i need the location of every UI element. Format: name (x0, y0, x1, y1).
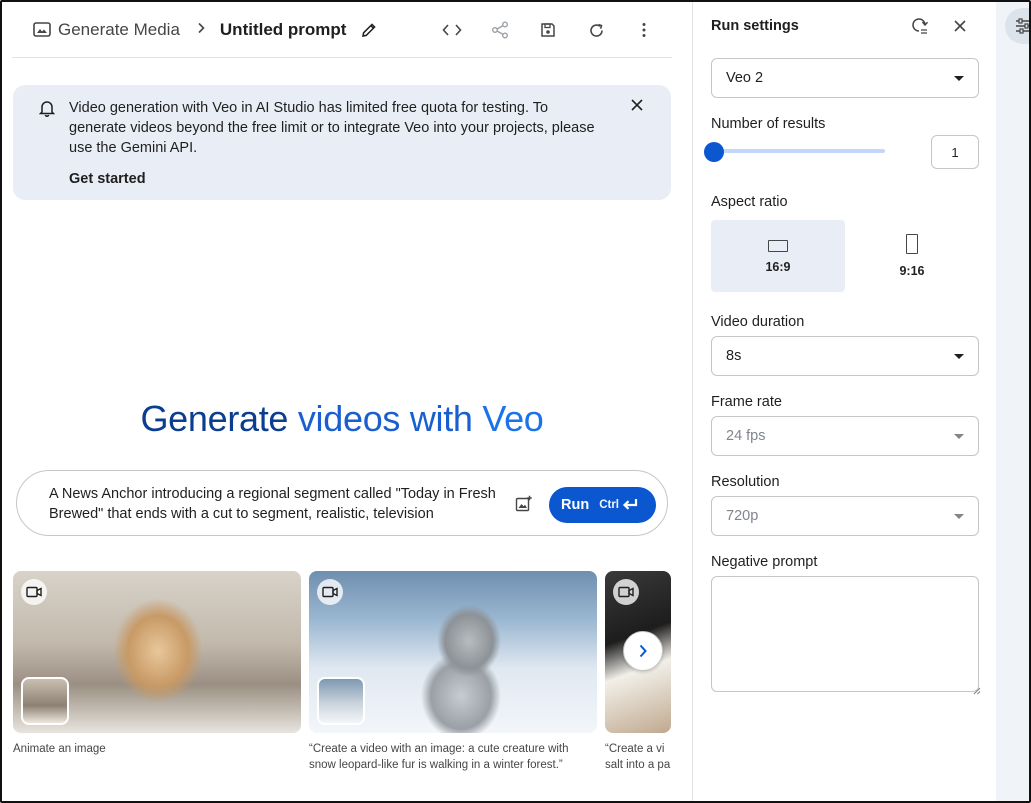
hero-word-3: Veo (482, 398, 544, 439)
enter-key-icon (622, 498, 638, 512)
results-slider-thumb[interactable] (704, 142, 724, 162)
resolution-label: Resolution (711, 474, 780, 490)
video-camera-icon (317, 579, 343, 605)
model-value: Veo 2 (726, 70, 764, 86)
framerate-select[interactable]: 24 fps (711, 416, 979, 456)
resolution-select[interactable]: 720p (711, 496, 979, 536)
carousel-next-button[interactable] (623, 631, 663, 671)
resolution-value: 720p (726, 508, 759, 524)
example-caption: “Create a video with an image: a cute cr… (309, 743, 569, 771)
close-panel-icon[interactable] (950, 16, 970, 36)
negative-prompt-textarea[interactable] (711, 576, 979, 692)
example-gallery: Animate an image “Create a video with an… (13, 571, 692, 791)
bell-icon (38, 99, 56, 117)
caret-down-icon (954, 514, 964, 519)
aspect-label: Aspect ratio (711, 194, 788, 210)
example-thumbnail[interactable] (13, 571, 301, 733)
quota-banner: Video generation with Veo in AI Studio h… (13, 85, 671, 200)
aspect-option-label: 16:9 (765, 260, 791, 274)
hero-word-1: Generate (140, 398, 298, 439)
duration-select[interactable]: 8s (711, 336, 979, 376)
get-started-link[interactable]: Get started (69, 171, 146, 187)
refresh-icon[interactable] (572, 10, 620, 50)
source-image-thumbnail (21, 677, 69, 725)
results-number-input[interactable]: 1 (931, 135, 979, 169)
media-icon (32, 20, 52, 40)
caret-down-icon (954, 434, 964, 439)
example-card[interactable]: “Create a video with an image: a cute cr… (309, 571, 597, 773)
prompt-title[interactable]: Untitled prompt (220, 20, 347, 40)
add-image-icon[interactable] (515, 495, 533, 513)
aspect-9-16-option[interactable]: 9:16 (845, 220, 979, 292)
example-card[interactable]: Animate an image (13, 571, 301, 757)
share-icon[interactable] (476, 10, 524, 50)
panel-title: Run settings (711, 18, 799, 34)
results-label: Number of results (711, 116, 826, 132)
banner-message: Video generation with Veo in AI Studio h… (69, 100, 595, 156)
shortcut-label: Ctrl (599, 499, 619, 511)
run-settings-panel: Run settings Veo 2 Number of results 1 A… (692, 2, 996, 801)
source-image-thumbnail (317, 677, 365, 725)
results-slider-track[interactable] (711, 149, 885, 153)
video-camera-icon (21, 579, 47, 605)
code-icon[interactable] (428, 10, 476, 50)
example-card[interactable]: “Create a vi salt into a pa (605, 571, 671, 773)
reset-settings-icon[interactable] (909, 16, 929, 36)
video-camera-icon (613, 579, 639, 605)
breadcrumb: Generate Media Untitled prompt (12, 20, 378, 40)
model-select[interactable]: Veo 2 (711, 58, 979, 98)
breadcrumb-parent[interactable]: Generate Media (58, 20, 180, 40)
save-icon[interactable] (524, 10, 572, 50)
aspect-option-label: 9:16 (899, 264, 925, 278)
close-icon[interactable] (627, 95, 647, 115)
hero-word-2: videos with (297, 398, 483, 439)
prompt-box: A News Anchor introducing a regional seg… (16, 470, 668, 536)
right-rail (996, 2, 1029, 801)
duration-label: Video duration (711, 314, 805, 330)
tune-icon (1016, 18, 1029, 34)
resize-grip-icon[interactable] (971, 682, 981, 695)
framerate-label: Frame rate (711, 394, 782, 410)
example-caption: “Create a vi salt into a pa (605, 743, 671, 771)
top-bar: Generate Media Untitled prompt (12, 2, 672, 58)
negative-prompt-label: Negative prompt (711, 554, 818, 570)
example-caption: Animate an image (13, 743, 106, 755)
duration-value: 8s (726, 348, 742, 364)
pencil-icon[interactable] (360, 21, 378, 39)
landscape-icon (768, 240, 788, 252)
caret-down-icon (954, 354, 964, 359)
page-title: Generate videos with Veo (2, 398, 682, 440)
top-actions (428, 2, 668, 58)
portrait-icon (906, 234, 918, 254)
example-thumbnail[interactable] (309, 571, 597, 733)
caret-down-icon (954, 76, 964, 81)
prompt-input[interactable]: A News Anchor introducing a regional seg… (49, 484, 499, 524)
tune-settings-button[interactable] (1005, 8, 1029, 44)
more-vert-icon[interactable] (620, 10, 668, 50)
main-area: Generate Media Untitled prompt Video gen… (2, 2, 692, 801)
app-window: Generate Media Untitled prompt Video gen… (0, 0, 1031, 803)
framerate-value: 24 fps (726, 428, 766, 444)
aspect-16-9-option[interactable]: 16:9 (711, 220, 845, 292)
run-button[interactable]: Run Ctrl (549, 487, 656, 523)
chevron-right-icon (196, 21, 206, 38)
run-label: Run (561, 497, 590, 513)
